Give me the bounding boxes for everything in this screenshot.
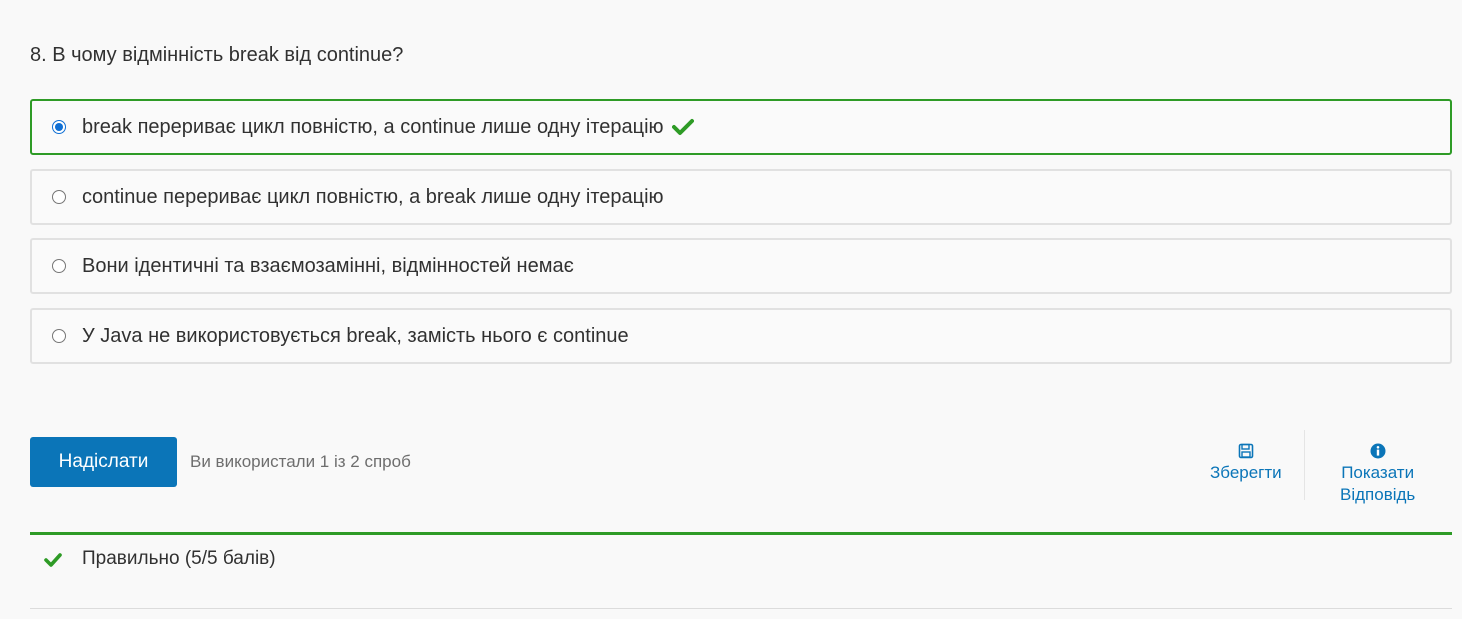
answer-option-1[interactable]: break перериває цикл повністю, а continu… [30,99,1452,155]
question-text: 8. В чому відмінність break від continue… [30,44,404,66]
answer-radio-2[interactable] [52,190,66,204]
show-answer-label-line2: Відповідь [1340,485,1416,504]
show-answer-label-line1: Показати [1341,463,1415,482]
answer-radio-3[interactable] [52,259,66,273]
submit-button[interactable]: Надіслати [30,437,177,487]
result-status: Правильно (5/5 балів) [44,548,276,570]
result-text: Правильно (5/5 балів) [82,548,276,569]
show-answer-button[interactable]: Показати Відповідь [1340,440,1415,506]
answer-label-2: continue перериває цикл повністю, a brea… [82,185,664,208]
save-button[interactable]: Зберегти [1210,440,1282,484]
answer-radio-1[interactable] [52,120,66,134]
actions-divider [1304,430,1305,500]
info-circle-icon [1370,440,1386,462]
bottom-divider [30,608,1452,609]
attempts-text: Ви використали 1 із 2 спроб [190,452,411,471]
save-label: Зберегти [1210,463,1282,482]
answer-label-4: У Java не використовується break, заміст… [82,324,629,347]
result-divider [30,532,1452,535]
answer-radio-4[interactable] [52,329,66,343]
answer-option-4[interactable]: У Java не використовується break, заміст… [30,308,1452,364]
answer-label-1: break перериває цикл повністю, а continu… [82,115,664,138]
answer-option-3[interactable]: Вони ідентичні та взаємозамінні, відмінн… [30,238,1452,294]
floppy-disk-icon [1238,440,1254,462]
checkmark-icon [671,118,694,136]
answer-option-2[interactable]: continue перериває цикл повністю, a brea… [30,169,1452,225]
checkmark-icon [44,552,62,567]
answer-label-3: Вони ідентичні та взаємозамінні, відмінн… [82,254,574,277]
